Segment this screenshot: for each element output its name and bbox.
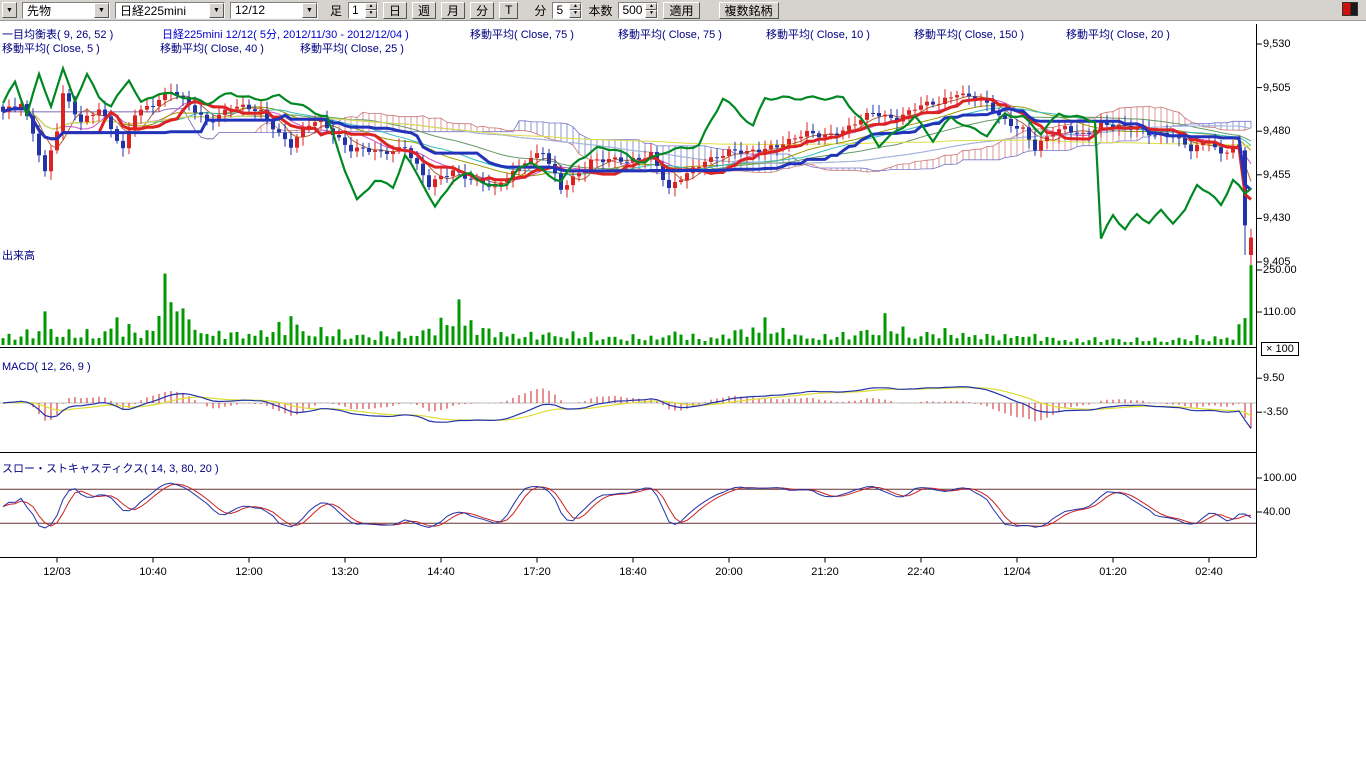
legend-ma20: 移動平均( Close, 20 ) [1066, 26, 1170, 42]
legend-ma10: 移動平均( Close, 10 ) [766, 26, 870, 42]
time-axis-label: 01:20 [1099, 566, 1127, 578]
symbol-type-combo[interactable]: 先物 ▼ [22, 2, 110, 19]
toolbar: ▼ 先物 ▼ 日経225mini ▼ 12/12 ▼ 足 1 ▲ ▼ 日 週 月… [0, 0, 1366, 21]
volume-multiplier-badge: × 100 [1261, 342, 1299, 356]
price-axis-label: 9,430 [1263, 212, 1291, 224]
time-axis-label: 10:40 [139, 566, 167, 578]
price-axis-label: 9,505 [1263, 82, 1291, 94]
volume-axis-label: 110.00 [1263, 306, 1296, 318]
window-app-icon[interactable] [1342, 2, 1358, 16]
mini-dropdown-button[interactable]: ▼ [2, 2, 17, 18]
spin-up-icon[interactable]: ▲ [645, 3, 657, 11]
time-axis-label: 20:00 [715, 566, 743, 578]
price-axis-label: 9,480 [1263, 125, 1291, 137]
bar-count-value: 500 [619, 3, 645, 18]
apply-button[interactable]: 適用 [663, 2, 699, 19]
legend-ma75: 移動平均( Close, 75 ) [470, 26, 574, 42]
chart-canvas[interactable] [0, 21, 1340, 585]
symbol-value: 日経225mini [116, 3, 209, 18]
volume-panel-label: 出来高 [2, 247, 35, 263]
period-minute-button[interactable]: 分 [470, 2, 494, 19]
stoch-axis-label: 40.00 [1263, 506, 1291, 518]
chart-area[interactable]: 一目均衡表( 9, 26, 52 ) 日経225mini 12/12( 5分, … [0, 21, 1366, 585]
time-axis-label: 12/04 [1003, 566, 1031, 578]
macd-axis-label: -3.50 [1263, 406, 1288, 418]
stoch-panel-label: スロー・ストキャスティクス( 14, 3, 80, 20 ) [2, 460, 219, 476]
stoch-axis-label: 100.00 [1263, 472, 1297, 484]
time-axis-label: 21:20 [811, 566, 839, 578]
bar-interval-value: 1 [349, 3, 365, 18]
contract-value: 12/12 [231, 3, 302, 18]
dropdown-arrow-icon[interactable]: ▼ [94, 3, 109, 18]
bar-count-label: 本数 [587, 2, 613, 19]
dropdown-arrow-icon: ▼ [6, 7, 13, 14]
period-day-button[interactable]: 日 [383, 2, 407, 19]
bar-interval-stepper[interactable]: 1 ▲ ▼ [348, 2, 378, 19]
spin-down-icon[interactable]: ▼ [645, 10, 657, 18]
multi-symbol-button[interactable]: 複数銘柄 [719, 2, 779, 19]
time-axis-label: 14:40 [427, 566, 455, 578]
macd-axis-label: 9.50 [1263, 372, 1284, 384]
spin-up-icon[interactable]: ▲ [569, 3, 581, 11]
time-axis-label: 17:20 [523, 566, 551, 578]
legend-ma25: 移動平均( Close, 25 ) [300, 40, 404, 56]
minute-unit-value: 5 [553, 3, 569, 18]
time-axis-label: 22:40 [907, 566, 935, 578]
period-week-button[interactable]: 週 [412, 2, 436, 19]
stepper-arrows: ▲ ▼ [569, 3, 581, 18]
time-axis-label: 18:40 [619, 566, 647, 578]
time-axis-label: 02:40 [1195, 566, 1223, 578]
legend-ma40: 移動平均( Close, 40 ) [160, 40, 264, 56]
symbol-combo[interactable]: 日経225mini ▼ [115, 2, 225, 19]
unit-label: 分 [533, 2, 547, 19]
contract-combo[interactable]: 12/12 ▼ [230, 2, 318, 19]
dropdown-arrow-icon[interactable]: ▼ [209, 3, 224, 18]
app-window: ▼ 先物 ▼ 日経225mini ▼ 12/12 ▼ 足 1 ▲ ▼ 日 週 月… [0, 0, 1366, 768]
time-axis-label: 13:20 [331, 566, 359, 578]
stepper-arrows: ▲ ▼ [365, 3, 377, 18]
legend-ma75b: 移動平均( Close, 75 ) [618, 26, 722, 42]
symbol-type-value: 先物 [23, 3, 94, 18]
spin-up-icon[interactable]: ▲ [365, 3, 377, 11]
dropdown-arrow-icon[interactable]: ▼ [302, 3, 317, 18]
legend-ma5: 移動平均( Close, 5 ) [2, 40, 100, 56]
volume-axis-label: 250.00 [1263, 264, 1297, 276]
time-axis-label: 12:00 [235, 566, 263, 578]
period-tick-button[interactable]: T [499, 2, 518, 19]
bar-type-label: 足 [329, 2, 343, 19]
spin-down-icon[interactable]: ▼ [569, 10, 581, 18]
price-axis-label: 9,530 [1263, 38, 1291, 50]
time-axis-label: 12/03 [43, 566, 71, 578]
legend-ma150: 移動平均( Close, 150 ) [914, 26, 1024, 42]
price-axis-label: 9,455 [1263, 169, 1291, 181]
spin-down-icon[interactable]: ▼ [365, 10, 377, 18]
macd-panel-label: MACD( 12, 26, 9 ) [2, 361, 91, 373]
period-month-button[interactable]: 月 [441, 2, 465, 19]
stepper-arrows: ▲ ▼ [645, 3, 657, 18]
bar-count-stepper[interactable]: 500 ▲ ▼ [618, 2, 658, 19]
minute-unit-stepper[interactable]: 5 ▲ ▼ [552, 2, 582, 19]
